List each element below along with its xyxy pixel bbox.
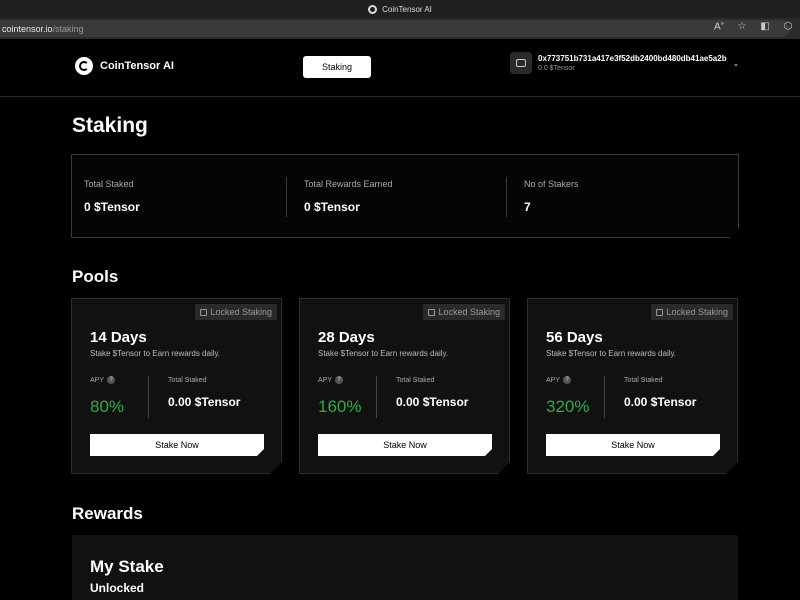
apy-value: 80% [90, 397, 124, 417]
total-staked-label: Total Staked [168, 377, 207, 384]
stake-now-button[interactable]: Stake Now [318, 434, 492, 456]
favorite-star-icon[interactable]: ☆ [736, 21, 748, 32]
url-path: /staking [53, 24, 84, 34]
badge-label: Locked Staking [666, 307, 728, 317]
tab-title: CoinTensor AI [382, 5, 432, 14]
locked-staking-badge: Locked Staking [195, 304, 277, 320]
url-domain: cointensor.io [2, 24, 53, 34]
chevron-down-icon[interactable]: ⌄ [733, 59, 740, 68]
cointensor-logo-icon [368, 5, 377, 14]
nav-staking-button[interactable]: Staking [303, 56, 371, 78]
wallet-menu[interactable]: 0x773751b731a417e3f52db2400bd480db41ae5a… [510, 52, 739, 74]
pool-card-14-days: Locked Staking 14 Days Stake $Tensor to … [71, 298, 282, 474]
total-staked-value: 0.00 $Tensor [168, 395, 240, 409]
stats-panel: Total Staked 0 $Tensor Total Rewards Ear… [71, 154, 739, 238]
help-icon[interactable]: ? [563, 376, 571, 384]
stake-now-button[interactable]: Stake Now [546, 434, 720, 456]
divider [286, 177, 287, 217]
wallet-icon [510, 52, 532, 74]
stat-label: No of Stakers [524, 179, 579, 189]
pool-duration: 14 Days [90, 329, 147, 346]
my-stake-title: My Stake [90, 557, 164, 577]
my-stake-panel: My Stake Unlocked [72, 535, 738, 600]
stat-label: Total Staked [84, 179, 140, 189]
apy-label: APY? [546, 376, 571, 384]
pools-heading: Pools [72, 267, 118, 287]
url-field[interactable]: cointensor.io/staking [0, 20, 790, 37]
total-staked-label: Total Staked [396, 377, 435, 384]
wallet-balance: 0.0 $Tensor [538, 65, 727, 72]
locked-staking-badge: Locked Staking [423, 304, 505, 320]
lock-icon [428, 309, 435, 316]
my-stake-status: Unlocked [90, 581, 144, 595]
pool-card-56-days: Locked Staking 56 Days Stake $Tensor to … [527, 298, 738, 474]
pool-description: Stake $Tensor to Earn rewards daily. [318, 349, 448, 358]
extensions-icon[interactable]: ◧ [759, 21, 771, 32]
divider [148, 376, 149, 418]
stat-value: 0 $Tensor [304, 200, 393, 214]
stake-now-button[interactable]: Stake Now [90, 434, 264, 456]
total-staked-label: Total Staked [624, 377, 663, 384]
total-staked-value: 0.00 $Tensor [624, 395, 696, 409]
stat-total-staked: Total Staked 0 $Tensor [84, 179, 140, 214]
stat-total-rewards: Total Rewards Earned 0 $Tensor [304, 179, 393, 214]
brand-logo[interactable]: CoinTensor AI [75, 57, 174, 75]
address-bar: cointensor.io/staking A» ☆ ◧ ⬡ [0, 18, 800, 39]
stat-no-of-stakers: No of Stakers 7 [524, 179, 579, 214]
rewards-heading: Rewards [72, 504, 143, 524]
badge-label: Locked Staking [438, 307, 500, 317]
pool-description: Stake $Tensor to Earn rewards daily. [90, 349, 220, 358]
divider [604, 376, 605, 418]
lock-icon [656, 309, 663, 316]
pool-card-28-days: Locked Staking 28 Days Stake $Tensor to … [299, 298, 510, 474]
apy-label: APY? [90, 376, 115, 384]
help-icon[interactable]: ? [335, 376, 343, 384]
total-staked-value: 0.00 $Tensor [396, 395, 468, 409]
apy-label: APY? [318, 376, 343, 384]
stat-value: 7 [524, 200, 579, 214]
pool-description: Stake $Tensor to Earn rewards daily. [546, 349, 676, 358]
browser-title-bar: CoinTensor AI [0, 0, 800, 18]
read-aloud-icon[interactable]: A» [713, 21, 725, 32]
wallet-address: 0x773751b731a417e3f52db2400bd480db41ae5a… [538, 54, 727, 63]
pool-duration: 56 Days [546, 329, 603, 346]
locked-staking-badge: Locked Staking [651, 304, 733, 320]
lock-icon [200, 309, 207, 316]
copilot-icon[interactable]: ⬡ [782, 21, 794, 32]
divider [376, 376, 377, 418]
divider [506, 177, 507, 217]
brand-name: CoinTensor AI [100, 60, 174, 72]
stat-value: 0 $Tensor [84, 200, 140, 214]
badge-label: Locked Staking [210, 307, 272, 317]
help-icon[interactable]: ? [107, 376, 115, 384]
apy-value: 320% [546, 397, 589, 417]
stat-label: Total Rewards Earned [304, 179, 393, 189]
pool-duration: 28 Days [318, 329, 375, 346]
page-title: Staking [72, 114, 148, 138]
brand-icon [75, 57, 93, 75]
site-header: CoinTensor AI Staking 0x773751b731a417e3… [0, 39, 800, 97]
apy-value: 160% [318, 397, 361, 417]
